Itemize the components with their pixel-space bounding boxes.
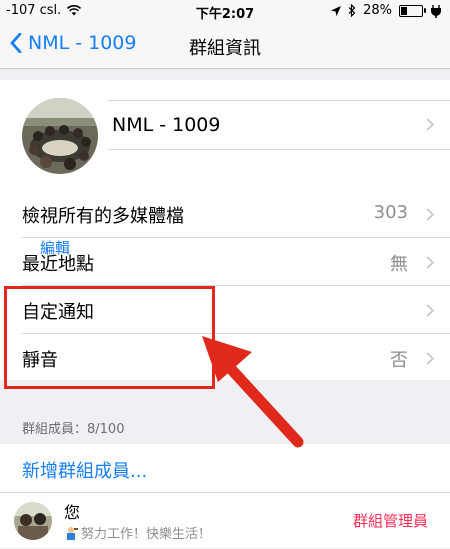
avatar <box>14 502 52 540</box>
group-name: NML - 1009 <box>112 114 221 136</box>
page-title: 群組資訊 <box>189 38 261 59</box>
add-member-button[interactable]: 新增群組成員... <box>22 457 147 483</box>
recent-locations-row[interactable]: 最近地點 無 <box>0 238 450 286</box>
mute-value: 否 <box>390 350 408 371</box>
navigation-bar: NML - 1009 群組資訊 <box>0 22 450 69</box>
bluetooth-icon <box>348 4 356 17</box>
location-arrow-icon <box>331 5 342 16</box>
battery-percent: 28% <box>363 3 392 18</box>
media-row[interactable]: 檢視所有的多媒體檔 303 <box>0 190 450 238</box>
members-section-header: 群組成員：8/100 <box>22 422 125 437</box>
group-name-row[interactable]: NML - 1009 <box>108 100 450 150</box>
recent-locations-value: 無 <box>390 254 408 275</box>
highlight-box <box>4 286 215 389</box>
battery-icon <box>399 4 426 17</box>
status-right: 28% <box>331 3 442 18</box>
members-section: 新增群組成員... 您 努力工作！快樂生活！ 群組管理員 <box>0 444 450 548</box>
charging-icon <box>431 4 441 18</box>
chevron-right-icon <box>426 256 434 269</box>
media-label: 檢視所有的多媒體檔 <box>22 206 184 227</box>
status-bar: -107 csl. 下午2:07 28% <box>0 0 450 22</box>
group-photo <box>22 98 98 174</box>
group-avatar[interactable] <box>22 98 98 174</box>
member-name: 您 <box>64 503 81 522</box>
worker-emoji-icon <box>67 526 78 540</box>
member-row[interactable]: 您 努力工作！快樂生活！ 群組管理員 <box>0 492 450 549</box>
admin-badge: 群組管理員 <box>352 512 428 530</box>
member-status-text: 努力工作！快樂生活！ <box>81 527 212 542</box>
arrow-annotation <box>202 336 304 448</box>
chevron-right-icon <box>426 118 434 131</box>
member-status: 努力工作！快樂生活！ <box>64 523 211 542</box>
chevron-right-icon <box>426 208 434 221</box>
chevron-right-icon <box>426 352 434 365</box>
battery-level <box>401 6 408 15</box>
recent-locations-label: 最近地點 <box>22 254 94 275</box>
chevron-right-icon <box>426 304 434 317</box>
media-count: 303 <box>373 202 408 223</box>
